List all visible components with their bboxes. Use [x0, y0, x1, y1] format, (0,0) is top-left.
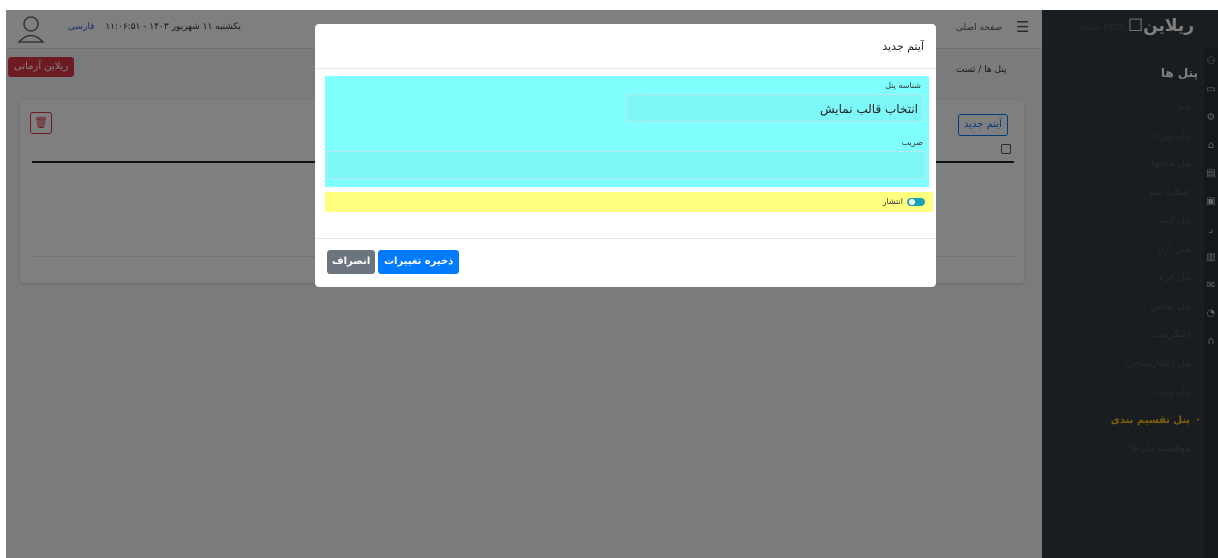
save-button[interactable]: ذخیره تغییرات — [378, 250, 460, 274]
publish-toggle-group[interactable]: انتشار — [883, 197, 925, 206]
form-section-main: شناسه پنل انتخاب قالب نمایش ضریب — [325, 76, 929, 187]
coefficient-input[interactable] — [327, 151, 925, 179]
divider — [315, 68, 936, 69]
modal-title: آیتم جدید — [882, 40, 924, 53]
panel-id-select[interactable]: انتخاب قالب نمایش — [627, 94, 923, 122]
divider — [315, 238, 936, 239]
panel-id-label: شناسه پنل — [885, 81, 921, 90]
cancel-button[interactable]: انصراف — [327, 250, 376, 274]
form-section-publish: انتشار — [325, 192, 933, 212]
new-item-modal: آیتم جدید شناسه پنل انتخاب قالب نمایش ضر… — [315, 24, 936, 287]
page: یکشنبه ۱۱ شهریور ۱۴۰۳ - ۱۱:۰۶:۵۱ فارسی ص… — [6, 10, 1218, 558]
coefficient-label: ضریب — [901, 138, 923, 147]
publish-toggle[interactable] — [907, 197, 925, 206]
publish-label: انتشار — [882, 197, 903, 206]
